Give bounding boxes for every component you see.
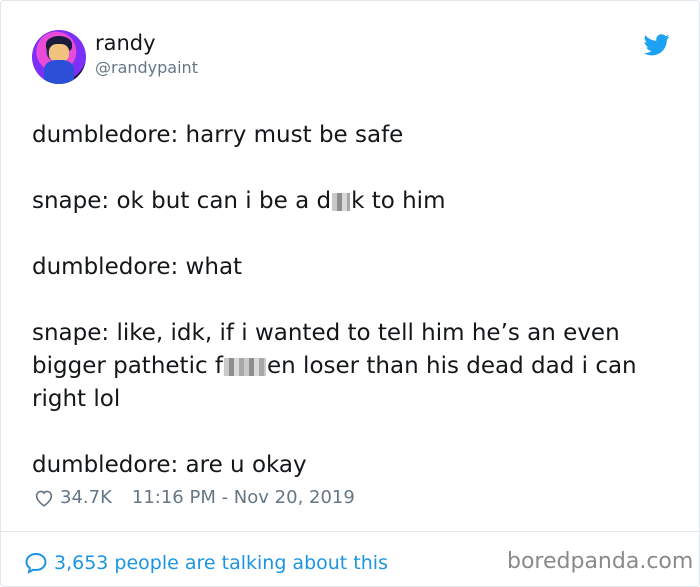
tweet-line-text: snape: ok but can i be a d (32, 188, 332, 214)
author-handle[interactable]: @randypaint (95, 58, 198, 77)
speech-bubble-icon (25, 552, 47, 574)
tweet-line: dumbledore: what (32, 251, 672, 284)
author-name[interactable]: randy (95, 31, 156, 55)
tweet-text: dumbledore: harry must be safe snape: ok… (32, 119, 672, 482)
like-count[interactable]: 34.7K (60, 487, 112, 508)
conversation-text[interactable]: 3,653 people are talking about this (54, 552, 388, 574)
avatar-body (44, 60, 74, 84)
censor-blur (224, 357, 267, 376)
heart-icon[interactable] (34, 489, 54, 507)
boredpanda-watermark: boredpanda.com (507, 549, 694, 574)
user-avatar[interactable] (32, 30, 86, 84)
tweet-line: snape: like, idk, if i wanted to tell hi… (32, 317, 672, 416)
tweet-line-text: dumbledore: are u okay (32, 452, 307, 478)
tweet-line-text: dumbledore: what (32, 254, 243, 280)
tweet-line-text: k to him (351, 188, 446, 214)
conversation-link[interactable]: 3,653 people are talking about this (24, 551, 388, 575)
censor-blur (332, 192, 351, 211)
twitter-bird-icon[interactable] (644, 34, 670, 56)
tweet-line: snape: ok but can i be a d k to him (32, 185, 672, 218)
timestamp[interactable]: 11:16 PM - Nov 20, 2019 (132, 487, 355, 508)
tweet-line: dumbledore: harry must be safe (32, 119, 672, 152)
tweet-line: dumbledore: are u okay (32, 449, 672, 482)
divider (1, 531, 700, 532)
tweet-line-text: dumbledore: harry must be safe (32, 122, 404, 148)
tweet-meta: 34.7K 11:16 PM - Nov 20, 2019 (34, 487, 355, 508)
tweet-card: randy @randypaint dumbledore: harry must… (0, 0, 700, 587)
